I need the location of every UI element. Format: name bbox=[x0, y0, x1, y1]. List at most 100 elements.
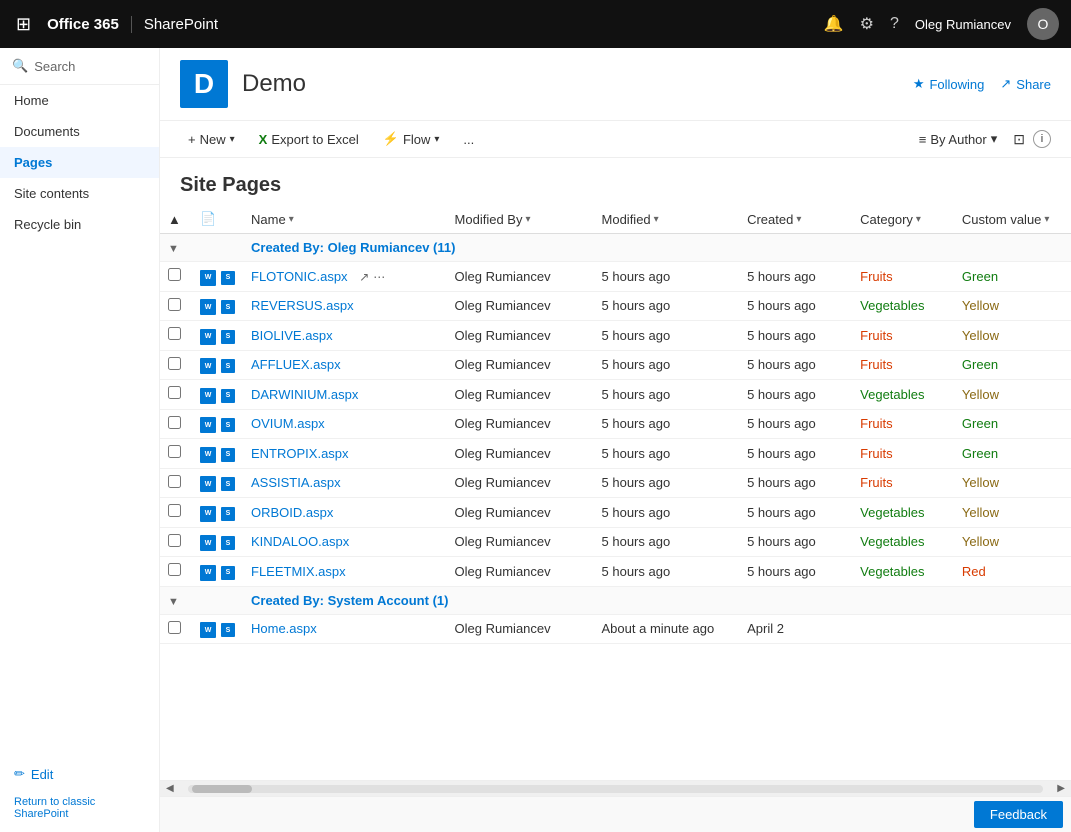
table-row[interactable]: W S AFFLUEX.aspx Oleg Rumiancev 5 hours … bbox=[160, 350, 1071, 380]
sidebar-item-home[interactable]: Home bbox=[0, 85, 159, 116]
row-name-cell[interactable]: FLOTONIC.aspx ↗ ⋯ bbox=[243, 262, 447, 292]
row-name-cell[interactable]: BIOLIVE.aspx bbox=[243, 321, 447, 351]
row-name-cell[interactable]: REVERSUS.aspx bbox=[243, 291, 447, 321]
row-name[interactable]: ASSISTIA.aspx bbox=[251, 475, 341, 490]
row-name[interactable]: Home.aspx bbox=[251, 621, 317, 636]
table-row[interactable]: W S Home.aspx Oleg Rumiancev About a min… bbox=[160, 614, 1071, 644]
table-row[interactable]: W S FLOTONIC.aspx ↗ ⋯ Oleg Rumiancev 5 h… bbox=[160, 262, 1071, 292]
row-checkbox-cell[interactable] bbox=[160, 409, 192, 439]
scroll-left-arrow[interactable]: ◀ bbox=[160, 783, 180, 794]
th-name[interactable]: Name ▾ bbox=[243, 205, 447, 234]
user-avatar[interactable]: O bbox=[1027, 8, 1059, 40]
group-row[interactable]: ▼ Created By: Oleg Rumiancev (11) bbox=[160, 234, 1071, 262]
row-name[interactable]: FLOTONIC.aspx bbox=[251, 269, 348, 284]
row-checkbox-cell[interactable] bbox=[160, 527, 192, 557]
row-checkbox[interactable] bbox=[168, 327, 181, 340]
row-checkbox[interactable] bbox=[168, 504, 181, 517]
by-author-button[interactable]: ≡ By Author ▾ bbox=[911, 127, 1006, 151]
row-checkbox-cell[interactable] bbox=[160, 439, 192, 469]
sidebar-item-site-contents[interactable]: Site contents bbox=[0, 178, 159, 209]
row-name-cell[interactable]: Home.aspx bbox=[243, 614, 447, 644]
feedback-button[interactable]: Feedback bbox=[974, 801, 1063, 828]
more-button[interactable]: ... bbox=[455, 128, 482, 151]
row-checkbox-cell[interactable] bbox=[160, 291, 192, 321]
row-name[interactable]: BIOLIVE.aspx bbox=[251, 328, 333, 343]
following-button[interactable]: ★ Following bbox=[913, 76, 985, 92]
help-icon[interactable]: ? bbox=[890, 15, 899, 33]
group-row[interactable]: ▼ Created By: System Account (1) bbox=[160, 586, 1071, 614]
row-checkbox[interactable] bbox=[168, 475, 181, 488]
row-name[interactable]: REVERSUS.aspx bbox=[251, 298, 354, 313]
th-modified[interactable]: Modified ▾ bbox=[594, 205, 740, 234]
horizontal-scrollbar[interactable]: ◀ ▶ bbox=[160, 780, 1071, 796]
row-checkbox[interactable] bbox=[168, 445, 181, 458]
row-name-cell[interactable]: FLEETMIX.aspx bbox=[243, 557, 447, 587]
row-checkbox[interactable] bbox=[168, 534, 181, 547]
group-collapse-cell[interactable]: ▼ bbox=[160, 586, 243, 614]
sidebar-item-recycle-bin[interactable]: Recycle bin bbox=[0, 209, 159, 240]
info-icon[interactable]: i bbox=[1033, 130, 1051, 148]
row-name-cell[interactable]: ASSISTIA.aspx bbox=[243, 468, 447, 498]
open-icon[interactable]: ↗ bbox=[359, 270, 369, 284]
sidebar-item-documents[interactable]: Documents bbox=[0, 116, 159, 147]
row-checkbox[interactable] bbox=[168, 268, 181, 281]
row-checkbox-cell[interactable] bbox=[160, 468, 192, 498]
row-checkbox-cell[interactable] bbox=[160, 262, 192, 292]
filter-icon[interactable]: ⊡ bbox=[1013, 131, 1025, 148]
row-checkbox[interactable] bbox=[168, 386, 181, 399]
th-created[interactable]: Created ▾ bbox=[739, 205, 852, 234]
row-name[interactable]: AFFLUEX.aspx bbox=[251, 357, 341, 372]
list-scroll[interactable]: Site Pages ▲ 📄 Name bbox=[160, 158, 1071, 780]
th-category[interactable]: Category ▾ bbox=[852, 205, 954, 234]
th-custom-value[interactable]: Custom value ▾ bbox=[954, 205, 1071, 234]
row-name[interactable]: FLEETMIX.aspx bbox=[251, 564, 346, 579]
search-box[interactable]: 🔍 Search bbox=[0, 48, 159, 85]
row-checkbox-cell[interactable] bbox=[160, 498, 192, 528]
return-classic-link[interactable]: Return to classic SharePoint bbox=[0, 792, 159, 832]
flow-button[interactable]: ⚡ Flow ▾ bbox=[375, 127, 448, 151]
table-row[interactable]: W S ORBOID.aspx Oleg Rumiancev 5 hours a… bbox=[160, 498, 1071, 528]
row-checkbox-cell[interactable] bbox=[160, 350, 192, 380]
scroll-track[interactable] bbox=[188, 785, 1044, 793]
row-checkbox[interactable] bbox=[168, 416, 181, 429]
row-name[interactable]: ENTROPIX.aspx bbox=[251, 446, 349, 461]
row-name[interactable]: ORBOID.aspx bbox=[251, 505, 333, 520]
row-name[interactable]: OVIUM.aspx bbox=[251, 416, 325, 431]
row-checkbox-cell[interactable] bbox=[160, 321, 192, 351]
row-checkbox[interactable] bbox=[168, 621, 181, 634]
share-button[interactable]: ↗ Share bbox=[1000, 76, 1051, 92]
row-name-cell[interactable]: KINDALOO.aspx bbox=[243, 527, 447, 557]
row-checkbox-cell[interactable] bbox=[160, 557, 192, 587]
table-row[interactable]: W S REVERSUS.aspx Oleg Rumiancev 5 hours… bbox=[160, 291, 1071, 321]
settings-icon[interactable]: ⚙ bbox=[860, 14, 874, 34]
notification-icon[interactable]: 🔔 bbox=[824, 14, 844, 34]
row-name-cell[interactable]: OVIUM.aspx bbox=[243, 409, 447, 439]
th-check[interactable]: ▲ bbox=[160, 205, 192, 234]
scroll-thumb[interactable] bbox=[192, 785, 252, 793]
sidebar-item-pages[interactable]: Pages bbox=[0, 147, 159, 178]
table-row[interactable]: W S KINDALOO.aspx Oleg Rumiancev 5 hours… bbox=[160, 527, 1071, 557]
row-checkbox-cell[interactable] bbox=[160, 380, 192, 410]
row-checkbox[interactable] bbox=[168, 357, 181, 370]
row-more-icon[interactable]: ⋯ bbox=[373, 270, 385, 284]
th-modified-by[interactable]: Modified By ▾ bbox=[447, 205, 594, 234]
table-row[interactable]: W S OVIUM.aspx Oleg Rumiancev 5 hours ag… bbox=[160, 409, 1071, 439]
table-row[interactable]: W S BIOLIVE.aspx Oleg Rumiancev 5 hours … bbox=[160, 321, 1071, 351]
export-to-excel-button[interactable]: X Export to Excel bbox=[251, 128, 367, 151]
table-row[interactable]: W S DARWINIUM.aspx Oleg Rumiancev 5 hour… bbox=[160, 380, 1071, 410]
row-checkbox[interactable] bbox=[168, 298, 181, 311]
new-button[interactable]: + New ▾ bbox=[180, 128, 243, 151]
group-collapse-cell[interactable]: ▼ bbox=[160, 234, 243, 262]
row-name-cell[interactable]: ORBOID.aspx bbox=[243, 498, 447, 528]
row-name-cell[interactable]: AFFLUEX.aspx bbox=[243, 350, 447, 380]
edit-button[interactable]: ✏ Edit bbox=[14, 766, 145, 782]
row-name-cell[interactable]: ENTROPIX.aspx bbox=[243, 439, 447, 469]
scroll-right-arrow[interactable]: ▶ bbox=[1051, 783, 1071, 794]
waffle-icon[interactable]: ⊞ bbox=[12, 10, 35, 39]
table-row[interactable]: W S FLEETMIX.aspx Oleg Rumiancev 5 hours… bbox=[160, 557, 1071, 587]
table-row[interactable]: W S ENTROPIX.aspx Oleg Rumiancev 5 hours… bbox=[160, 439, 1071, 469]
row-checkbox-cell[interactable] bbox=[160, 614, 192, 644]
row-name[interactable]: KINDALOO.aspx bbox=[251, 534, 349, 549]
row-name-cell[interactable]: DARWINIUM.aspx bbox=[243, 380, 447, 410]
row-checkbox[interactable] bbox=[168, 563, 181, 576]
